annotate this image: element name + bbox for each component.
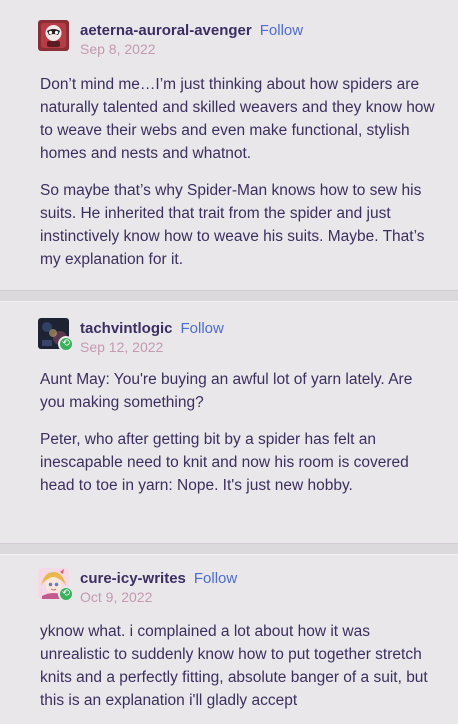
post-date[interactable]: Oct 9, 2022 xyxy=(80,589,152,605)
username[interactable]: cure-icy-writes Follow xyxy=(80,570,237,587)
post-header: ⟲ cure-icy-writes Follow Oct 9, 2022 xyxy=(38,568,438,614)
post-paragraph: Aunt May: You're buying an awful lot of … xyxy=(40,371,413,411)
reblog-thread: aeterna-auroral-avenger Follow Sep 8, 202… xyxy=(0,0,458,724)
post-paragraph: yknow what. i complained a lot about how… xyxy=(40,623,428,709)
post-body: Aunt May: You're buying an awful lot of … xyxy=(40,368,435,511)
follow-button[interactable]: Follow xyxy=(194,570,237,587)
post-divider xyxy=(0,543,458,555)
post-paragraph: So maybe that’s why Spider-Man knows how… xyxy=(40,182,425,268)
post-1: aeterna-auroral-avenger Follow Sep 8, 202… xyxy=(0,20,458,290)
post-body: yknow what. i complained a lot about how… xyxy=(40,620,435,724)
follow-button[interactable]: Follow xyxy=(260,22,303,39)
post-date[interactable]: Sep 8, 2022 xyxy=(80,41,156,57)
post-paragraph: Peter, who after getting bit by a spider… xyxy=(40,431,409,494)
username-text[interactable]: cure-icy-writes xyxy=(80,570,186,587)
post-divider xyxy=(0,290,458,302)
post-date[interactable]: Sep 12, 2022 xyxy=(80,339,163,355)
post-paragraph: Don’t mind me…I’m just thinking about ho… xyxy=(40,76,435,162)
username-text[interactable]: aeterna-auroral-avenger xyxy=(80,22,252,39)
reblog-icon: ⟲ xyxy=(58,336,74,352)
post-3: ⟲ cure-icy-writes Follow Oct 9, 2022 ykno… xyxy=(0,568,458,724)
post-2: ⟲ tachvintlogic Follow Sep 12, 2022 Aunt … xyxy=(0,318,458,543)
username[interactable]: aeterna-auroral-avenger Follow xyxy=(80,22,303,39)
username[interactable]: tachvintlogic Follow xyxy=(80,320,224,337)
follow-button[interactable]: Follow xyxy=(181,320,224,337)
reblog-icon: ⟲ xyxy=(58,586,74,602)
post-body: Don’t mind me…I’m just thinking about ho… xyxy=(40,73,435,285)
post-header: aeterna-auroral-avenger Follow Sep 8, 202… xyxy=(38,20,438,66)
post-header: ⟲ tachvintlogic Follow Sep 12, 2022 xyxy=(38,318,438,364)
username-text[interactable]: tachvintlogic xyxy=(80,320,173,337)
red-mask-avatar-icon[interactable] xyxy=(38,20,69,51)
